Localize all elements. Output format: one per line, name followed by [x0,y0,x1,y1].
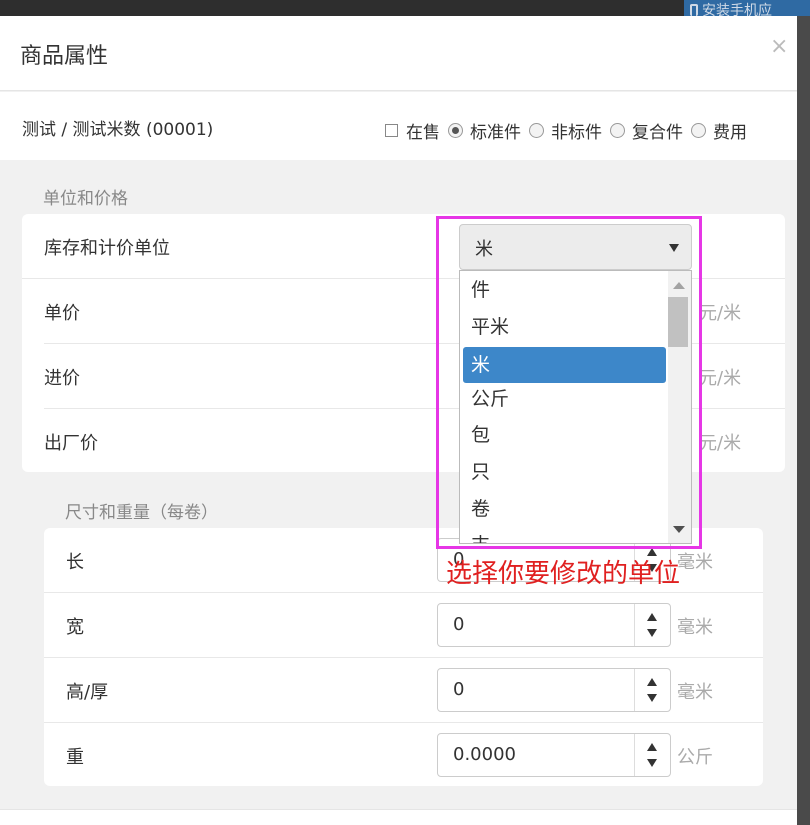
expense-radio[interactable]: 费用 [691,118,747,143]
price-unit: 元/米 [699,303,742,324]
height-value: 0 [453,679,465,700]
width-row: 宽 0 毫米 [44,593,763,658]
weight-unit: 公斤 [677,747,713,768]
standard-part-radio[interactable]: 标准件 [448,118,521,143]
spin-down-icon[interactable] [647,629,657,637]
factory-price-label: 出厂价 [44,433,98,454]
width-label: 宽 [66,617,84,638]
non-standard-part-radio[interactable]: 非标件 [529,118,602,143]
height-unit: 毫米 [677,682,713,703]
page-scrollbar[interactable] [797,16,810,825]
length-unit: 毫米 [677,552,713,573]
on-sale-label: 在售 [406,123,440,143]
width-unit: 毫米 [677,617,713,638]
expense-label: 费用 [713,123,747,143]
unit-price-section-title: 单位和价格 [43,189,128,209]
radio-button[interactable] [448,123,463,138]
product-info-bar: 测试 / 测试米数 (00001) 在售 标准件 非标件 复合件 费用 [0,92,797,160]
close-button[interactable]: × [770,36,788,58]
product-breadcrumb: 测试 / 测试米数 (00001) [22,120,214,140]
spin-up-icon[interactable] [647,613,657,621]
height-spinner[interactable] [634,669,670,711]
height-input[interactable]: 0 [437,668,671,712]
radio-button[interactable] [691,123,706,138]
annotation-highlight-box [436,216,702,549]
spin-down-icon[interactable] [647,759,657,767]
width-spinner[interactable] [634,604,670,646]
weight-spinner[interactable] [634,734,670,776]
purchase-price-label: 进价 [44,368,80,389]
spin-up-icon[interactable] [647,678,657,686]
weight-row: 重 0.0000 公斤 [44,723,763,788]
width-value: 0 [453,614,465,635]
length-label: 长 [66,552,84,573]
unit-row-label: 库存和计价单位 [44,238,170,259]
factory-price-unit: 元/米 [699,433,742,454]
modal-footer [0,809,797,825]
spin-up-icon[interactable] [647,743,657,751]
composite-part-label: 复合件 [632,123,683,143]
modal-header: 商品属性 × [0,16,797,91]
radio-button[interactable] [529,123,544,138]
install-app-label: 安装手机应 [702,3,772,16]
width-input[interactable]: 0 [437,603,671,647]
height-label: 高/厚 [66,682,109,703]
weight-label: 重 [66,747,84,768]
non-standard-part-label: 非标件 [551,123,602,143]
weight-value: 0.0000 [453,744,516,765]
purchase-price-unit: 元/米 [699,368,742,389]
product-type-options: 在售 标准件 非标件 复合件 费用 [385,118,755,143]
on-sale-checkbox[interactable]: 在售 [385,118,440,143]
radio-button[interactable] [610,123,625,138]
standard-part-label: 标准件 [470,123,521,143]
spin-down-icon[interactable] [647,694,657,702]
checkbox-box[interactable] [385,124,398,137]
height-row: 高/厚 0 毫米 [44,658,763,723]
price-row-label: 单价 [44,303,80,324]
annotation-text: 选择你要修改的单位 [446,559,681,589]
composite-part-radio[interactable]: 复合件 [610,118,683,143]
install-app-button[interactable]: 安装手机应 [684,0,810,16]
dimensions-section-title: 尺寸和重量（每卷） [65,503,218,523]
weight-input[interactable]: 0.0000 [437,733,671,777]
modal-title: 商品属性 [20,44,109,69]
phone-icon [690,4,698,16]
